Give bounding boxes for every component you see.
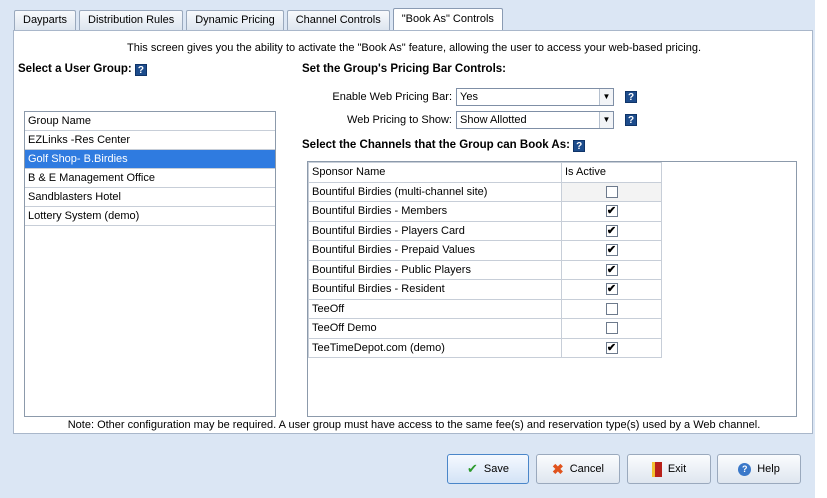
cancel-x-icon: ✖ [552, 460, 564, 477]
channels-title: Select the Channels that the Group can B… [302, 139, 570, 151]
is-active-cell [561, 181, 662, 202]
is-active-cell [561, 298, 662, 319]
checkmark-icon: ✔ [467, 461, 478, 476]
channel-row: TeeOff [308, 298, 662, 319]
help-button[interactable]: ? Help [717, 454, 801, 484]
tab-channel-controls[interactable]: Channel Controls [286, 10, 390, 30]
channel-row: Bountiful Birdies - Members ✔ [308, 201, 662, 222]
cancel-label: Cancel [569, 463, 604, 475]
channel-row: Bountiful Birdies - Public Players ✔ [308, 259, 662, 280]
channel-row: Bountiful Birdies - Resident ✔ [308, 279, 662, 300]
is-active-checkbox[interactable]: ✔ [605, 283, 618, 296]
enable-pricing-bar-help-icon[interactable]: ? [625, 91, 637, 103]
enable-pricing-bar-value: Yes [460, 91, 478, 103]
is-active-cell: ✔ [561, 201, 662, 222]
intro-text: This screen gives you the ability to act… [127, 42, 701, 54]
sponsor-name-cell: Bountiful Birdies - Players Card [308, 220, 562, 241]
tab-distribution-rules[interactable]: Distribution Rules [79, 10, 184, 30]
is-active-checkbox[interactable]: ✔ [605, 263, 618, 276]
save-button[interactable]: ✔ Save [447, 454, 529, 484]
group-list-item[interactable]: EZLinks -Res Center [25, 131, 275, 150]
book-as-panel: This screen gives you the ability to act… [13, 30, 813, 434]
exit-door-icon [651, 461, 662, 477]
web-pricing-show-help-icon[interactable]: ? [625, 114, 637, 126]
group-name-header: Group Name [25, 112, 275, 131]
sponsor-name-header: Sponsor Name [308, 162, 562, 183]
is-active-checkbox[interactable] [605, 302, 618, 315]
enable-pricing-bar-select[interactable]: Yes ▼ [456, 88, 614, 106]
channel-row: Bountiful Birdies - Players Card ✔ [308, 220, 662, 241]
group-list-item[interactable]: B & E Management Office [25, 169, 275, 188]
sponsor-name-cell: TeeTimeDepot.com (demo) [308, 337, 562, 358]
channels-header-row: Sponsor Name Is Active [308, 162, 662, 183]
sponsor-name-cell: Bountiful Birdies - Resident [308, 279, 562, 300]
is-active-checkbox[interactable]: ✔ [605, 244, 618, 257]
save-label: Save [483, 463, 509, 475]
window-edge [815, 0, 827, 498]
tab-bar: Dayparts Distribution Rules Dynamic Pric… [14, 8, 506, 30]
chevron-down-icon[interactable]: ▼ [599, 112, 613, 128]
is-active-cell: ✔ [561, 220, 662, 241]
channels-table: Sponsor Name Is Active Bountiful Birdies… [308, 162, 662, 358]
is-active-cell: ✔ [561, 279, 662, 300]
channels-heading: Select the Channels that the Group can B… [302, 139, 586, 152]
sponsor-name-cell: Bountiful Birdies - Members [308, 201, 562, 222]
is-active-checkbox[interactable]: ✔ [605, 224, 618, 237]
sponsor-name-cell: Bountiful Birdies - Public Players [308, 259, 562, 280]
is-active-cell [561, 318, 662, 339]
cancel-button[interactable]: ✖ Cancel [536, 454, 620, 484]
is-active-cell: ✔ [561, 337, 662, 358]
help-label: Help [757, 463, 780, 475]
web-pricing-show-value: Show Allotted [460, 114, 527, 126]
user-group-title: Select a User Group: [18, 63, 132, 75]
sponsor-name-cell: Bountiful Birdies (multi-channel site) [308, 181, 562, 202]
channel-row: TeeTimeDepot.com (demo) ✔ [308, 337, 662, 358]
web-pricing-show-label: Web Pricing to Show: [347, 114, 452, 126]
tab-dynamic-pricing[interactable]: Dynamic Pricing [186, 10, 284, 30]
configuration-note: Note: Other configuration may be require… [67, 419, 761, 431]
channel-row: TeeOff Demo [308, 318, 662, 339]
group-list-item[interactable]: Lottery System (demo) [25, 207, 275, 226]
sponsor-name-cell: Bountiful Birdies - Prepaid Values [308, 240, 562, 261]
group-list-item[interactable]: Golf Shop- B.Birdies [25, 150, 275, 169]
channel-row: Bountiful Birdies - Prepaid Values ✔ [308, 240, 662, 261]
pricing-bar-heading: Set the Group's Pricing Bar Controls: [302, 63, 507, 75]
enable-pricing-bar-label: Enable Web Pricing Bar: [332, 91, 452, 103]
is-active-checkbox[interactable]: ✔ [605, 341, 618, 354]
is-active-checkbox[interactable]: ✔ [605, 205, 618, 218]
is-active-checkbox[interactable] [605, 322, 618, 335]
chevron-down-icon[interactable]: ▼ [599, 89, 613, 105]
user-group-heading: Select a User Group: ? [18, 63, 147, 76]
sponsor-name-cell: TeeOff [308, 298, 562, 319]
tab-dayparts[interactable]: Dayparts [14, 10, 77, 30]
is-active-cell: ✔ [561, 240, 662, 261]
channel-row: Bountiful Birdies (multi-channel site) [308, 181, 662, 202]
is-active-header: Is Active [561, 162, 662, 183]
channels-grid: Sponsor Name Is Active Bountiful Birdies… [307, 161, 797, 417]
user-group-help-icon[interactable]: ? [134, 64, 147, 76]
exit-label: Exit [667, 463, 687, 475]
channels-help-icon[interactable]: ? [573, 140, 586, 152]
is-active-cell: ✔ [561, 259, 662, 280]
user-group-list: Group Name EZLinks -Res Center Golf Shop-… [24, 111, 276, 417]
web-pricing-show-select[interactable]: Show Allotted ▼ [456, 111, 614, 129]
is-active-checkbox[interactable] [605, 185, 618, 198]
tab-book-as-controls[interactable]: "Book As" Controls [392, 8, 503, 30]
exit-button[interactable]: Exit [627, 454, 711, 484]
sponsor-name-cell: TeeOff Demo [308, 318, 562, 339]
group-list-item[interactable]: Sandblasters Hotel [25, 188, 275, 207]
help-circle-icon: ? [738, 462, 752, 476]
